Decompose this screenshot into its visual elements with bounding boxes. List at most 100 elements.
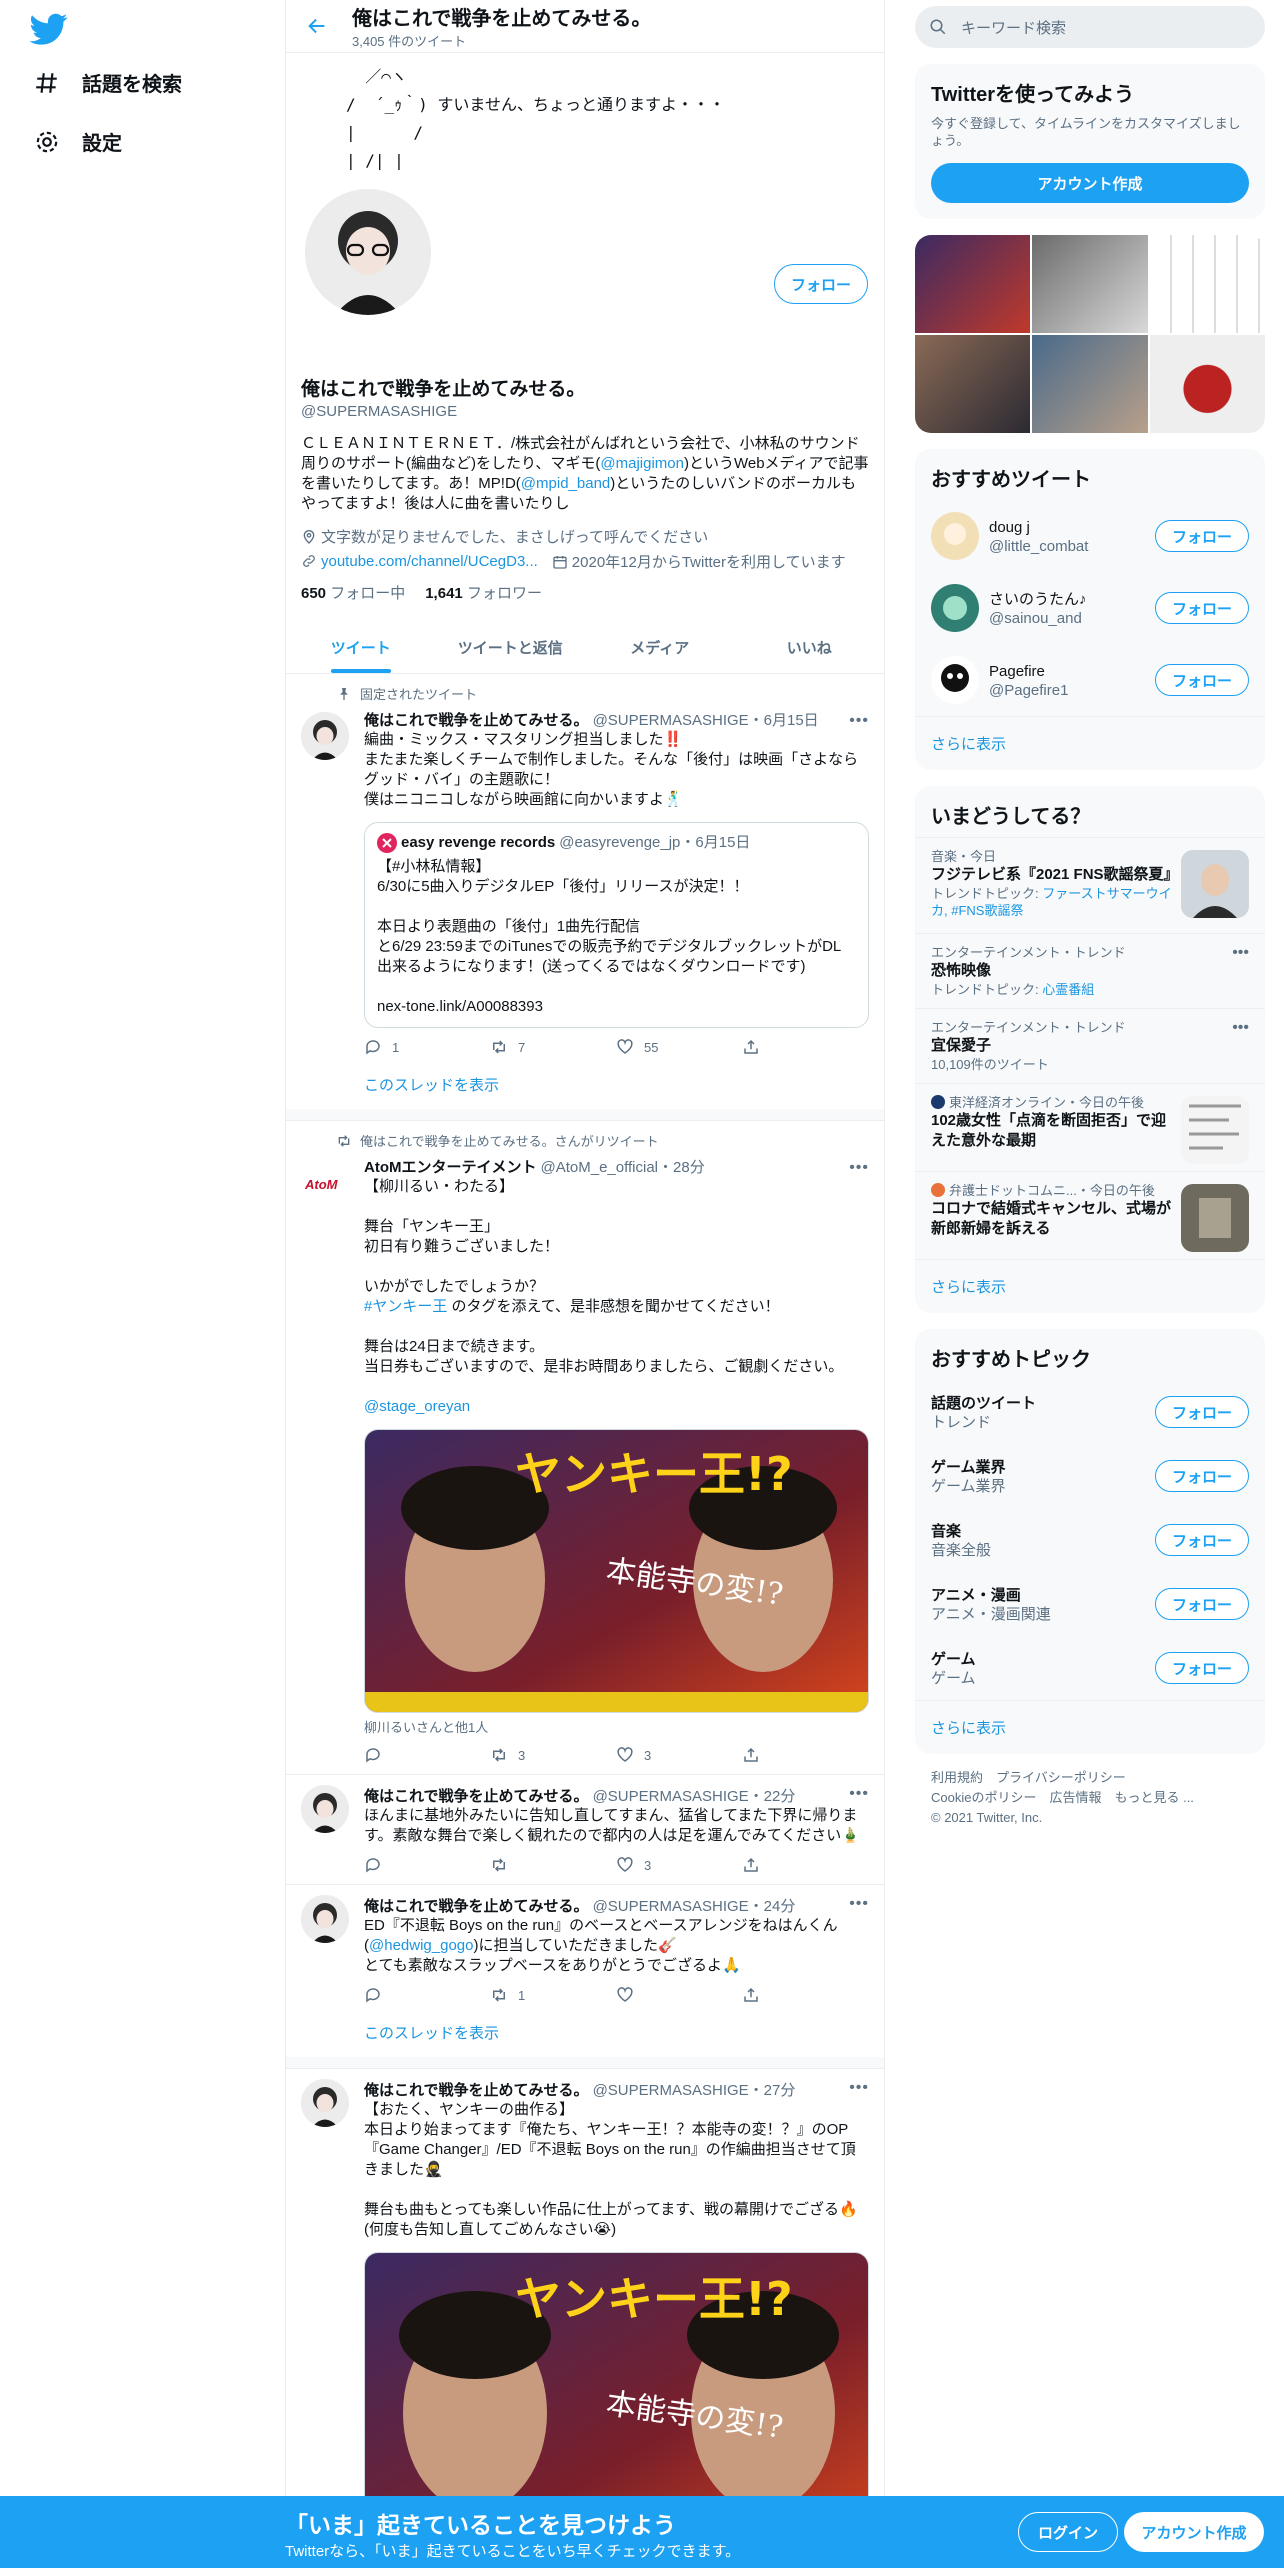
tab-tweets[interactable]: ツイート [286, 621, 436, 673]
reply-button[interactable]: 1 [364, 1038, 490, 1056]
gallery-image[interactable] [915, 335, 1031, 433]
topic-item[interactable]: 話題のツイート トレンド フォロー [915, 1380, 1265, 1444]
tweet-more-button[interactable]: ••• [849, 1785, 869, 1803]
tweet-avatar[interactable] [301, 2079, 349, 2127]
show-thread-link[interactable]: このスレッドを表示 [364, 2022, 869, 2047]
retweet-button[interactable]: 1 [490, 1986, 616, 2004]
create-account-button[interactable]: アカウント作成 [931, 163, 1249, 203]
login-button[interactable]: ログイン [1018, 2512, 1118, 2552]
bio-mention-mpid-band[interactable]: @mpid_band [521, 475, 610, 492]
footer-line-cookies[interactable]: Cookieのポリシー 広告情報 もっと見る ... [931, 1788, 1249, 1808]
follow-button[interactable]: フォロー [1154, 1652, 1249, 1684]
tweet-avatar[interactable]: AtoM [301, 1159, 349, 1207]
share-button[interactable] [742, 1986, 868, 2004]
profile-avatar[interactable] [301, 185, 435, 319]
hashtag-link[interactable]: #ヤンキー王 [364, 1298, 447, 1315]
trend-item[interactable]: 弁護士ドットコムニ...・今日の午後 コロナで結婚式キャンセル、式場が新郎新婦を… [915, 1171, 1265, 1259]
retweet-button[interactable]: 3 [490, 1746, 616, 1764]
tweet-author-name[interactable]: 俺はこれで戦争を止めてみせる。 [364, 1785, 589, 1806]
footer-line-terms[interactable]: 利用規約 プライバシーポリシー [931, 1768, 1249, 1788]
tweet-meta[interactable]: @SUPERMASASHIGE・6月15日 [593, 709, 819, 730]
gallery-image[interactable] [1149, 335, 1265, 433]
retweet-button[interactable]: 7 [490, 1038, 616, 1056]
trend-more-button[interactable]: ••• [1232, 1019, 1249, 1037]
nav-explore[interactable]: 話題を検索 [34, 68, 182, 97]
follow-suggestion[interactable]: doug j @little_combat フォロー [915, 500, 1265, 572]
share-button[interactable] [742, 1746, 868, 1764]
retweet-button[interactable] [490, 1856, 616, 1874]
topic-item[interactable]: ゲーム業界 ゲーム業界 フォロー [915, 1444, 1265, 1508]
show-thread-link[interactable]: このスレッドを表示 [364, 1074, 869, 1099]
trend-item[interactable]: 音楽・今日 フジテレビ系『2021 FNS歌謡祭夏』 トレンドトピック: ファー… [915, 837, 1265, 933]
following-link[interactable]: 650 フォロー中 [301, 582, 405, 603]
tweet-author-name[interactable]: 俺はこれで戦争を止めてみせる。 [364, 2079, 589, 2100]
topic-item[interactable]: ゲーム ゲーム フォロー [915, 1636, 1265, 1700]
tweet-more-button[interactable]: ••• [849, 1895, 869, 1913]
gallery-image[interactable] [1032, 235, 1148, 333]
tweet[interactable]: ••• 俺はこれで戦争を止めてみせる。 @SUPERMASASHIGE・24分 … [286, 1885, 884, 2057]
tweet-more-button[interactable]: ••• [849, 712, 869, 730]
gallery-image[interactable] [1032, 335, 1148, 433]
follow-button[interactable]: フォロー [1154, 664, 1249, 696]
tweet[interactable]: ••• 俺はこれで戦争を止めてみせる。 @SUPERMASASHIGE・22分 … [286, 1775, 884, 1885]
show-more-link[interactable]: さらに表示 [915, 716, 1265, 770]
follow-suggestion[interactable]: さいのうたん♪ @sainou_and フォロー [915, 572, 1265, 644]
share-button[interactable] [742, 1038, 868, 1056]
reply-button[interactable] [364, 1986, 490, 2004]
trend-item[interactable]: エンターテインメント・トレンド 宜保愛子 10,109件のツイート ••• [915, 1008, 1265, 1083]
tab-tweets-and-replies[interactable]: ツイートと返信 [436, 621, 586, 673]
tweet-more-button[interactable]: ••• [849, 2079, 869, 2097]
gallery-image[interactable] [915, 235, 1031, 333]
trend-more-button[interactable]: ••• [1232, 944, 1249, 962]
follow-button[interactable]: フォロー [1154, 1396, 1249, 1428]
tweet-pinned[interactable]: 固定されたツイート ••• 俺はこれで戦争を止めてみせる。 @SUPERMASA… [286, 674, 884, 1109]
follow-button[interactable]: フォロー [1154, 1588, 1249, 1620]
signup-button[interactable]: アカウント作成 [1124, 2512, 1264, 2552]
followers-link[interactable]: 1,641 フォロワー [425, 582, 542, 603]
tweet-avatar[interactable] [301, 1785, 349, 1833]
mention-link[interactable]: @stage_oreyan [364, 1398, 470, 1415]
profile-url[interactable]: youtube.com/channel/UCegD3... [321, 553, 538, 570]
tab-media[interactable]: メディア [585, 621, 735, 673]
mention-link[interactable]: @hedwig_gogo [369, 1937, 473, 1954]
profile-follow-button[interactable]: フォロー [773, 264, 868, 304]
topic-item[interactable]: アニメ・漫画 アニメ・漫画関連 フォロー [915, 1572, 1265, 1636]
tweet-more-button[interactable]: ••• [849, 1159, 869, 1177]
tweet-meta[interactable]: @SUPERMASASHIGE・27分 [593, 2079, 796, 2100]
tweet-meta[interactable]: @AtoM_e_official・28分 [541, 1156, 705, 1177]
back-arrow-icon[interactable] [306, 15, 328, 37]
tweet-avatar[interactable] [301, 1895, 349, 1943]
like-button[interactable]: 55 [616, 1038, 742, 1056]
bio-mention-majigimon[interactable]: @majigimon [600, 455, 684, 472]
tweet-meta[interactable]: @SUPERMASASHIGE・24分 [593, 1895, 796, 1916]
trend-item[interactable]: エンターテインメント・トレンド 恐怖映像 トレンドトピック: 心霊番組 ••• [915, 933, 1265, 1008]
search-box[interactable]: キーワード検索 [915, 6, 1265, 48]
profile-banner[interactable]: ／⌒ヽ / ´_ｩ｀) すいません、ちょっと通りますよ・・・ | / | /| … [286, 53, 884, 201]
tweet-author-name[interactable]: 俺はこれで戦争を止めてみせる。 [364, 709, 589, 730]
trend-item[interactable]: 東洋経済オンライン・今日の午後 102歳女性「点滴を断固拒否」で迎えた意外な最期 [915, 1083, 1265, 1171]
quoted-tweet[interactable]: easy revenge records @easyrevenge_jp・6月1… [364, 822, 869, 1028]
like-button[interactable]: 3 [616, 1746, 742, 1764]
share-button[interactable] [742, 1856, 868, 1874]
show-more-link[interactable]: さらに表示 [915, 1700, 1265, 1754]
tweet[interactable]: ••• 俺はこれで戦争を止めてみせる。 @SUPERMASASHIGE・27分 … [286, 2069, 884, 2562]
tweet-meta[interactable]: @SUPERMASASHIGE・22分 [593, 1785, 796, 1806]
tweet-image[interactable]: ヤンキー王!? 本能寺の変!? [364, 1429, 869, 1713]
tweet-author-name[interactable]: 俺はこれで戦争を止めてみせる。 [364, 1895, 589, 1916]
like-button[interactable]: 3 [616, 1856, 742, 1874]
nav-settings[interactable]: 設定 [34, 127, 122, 156]
reply-button[interactable] [364, 1856, 490, 1874]
follow-button[interactable]: フォロー [1154, 1524, 1249, 1556]
like-button[interactable] [616, 1986, 742, 2004]
image-caption[interactable]: 柳川るいさんと他1人 [364, 1717, 869, 1736]
trend-topic-link[interactable]: 心霊番組 [1042, 982, 1094, 997]
twitter-logo-icon[interactable] [30, 10, 68, 48]
tweet-avatar[interactable] [301, 712, 349, 760]
topic-item[interactable]: 音楽 音楽全般 フォロー [915, 1508, 1265, 1572]
gallery-image[interactable] [1149, 235, 1265, 333]
reply-button[interactable] [364, 1746, 490, 1764]
follow-button[interactable]: フォロー [1154, 1460, 1249, 1492]
show-more-link[interactable]: さらに表示 [915, 1259, 1265, 1313]
follow-button[interactable]: フォロー [1154, 520, 1249, 552]
tweet-author-name[interactable]: AtoMエンターテイメント [364, 1156, 537, 1177]
